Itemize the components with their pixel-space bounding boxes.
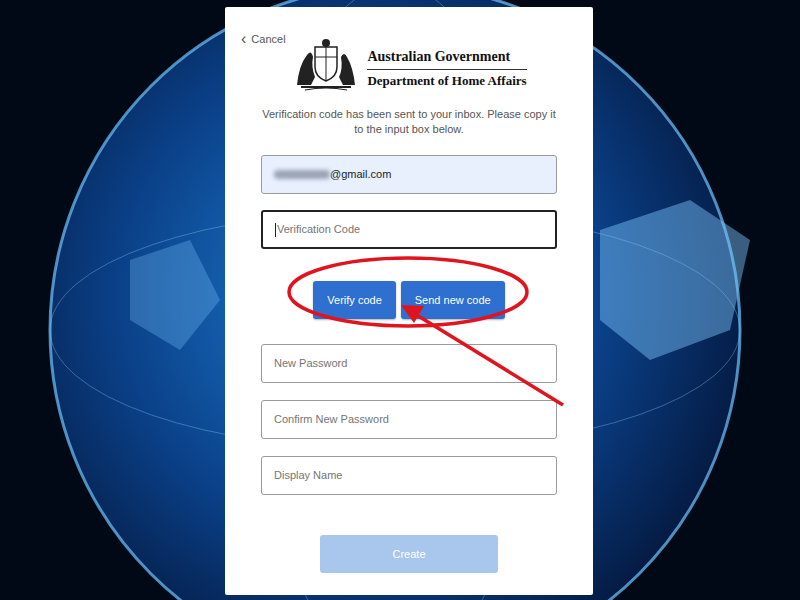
logo: Australian GovernmentDepartment of Home … xyxy=(291,37,526,93)
action-button[interactable]: Send new code xyxy=(401,281,505,319)
chevron-left-icon: ‹ xyxy=(241,31,246,47)
text-input[interactable]: New Password xyxy=(261,344,557,383)
create-button[interactable]: Create xyxy=(320,535,498,573)
text-caret xyxy=(275,223,276,237)
page: ‹CancelAustralian GovernmentDepartment o… xyxy=(0,0,800,600)
dialog-card: ‹CancelAustralian GovernmentDepartment o… xyxy=(225,7,593,595)
cancel-button[interactable]: ‹Cancel xyxy=(241,31,291,48)
instruction-text: Verification code has been sent to your … xyxy=(225,107,593,137)
action-button[interactable]: Verify code xyxy=(313,281,395,319)
button-row: Verify codeSend new code xyxy=(313,281,504,319)
text-input[interactable]: Display Name xyxy=(261,456,557,495)
redacted-blur xyxy=(274,170,330,179)
logo-rule xyxy=(367,69,526,70)
crest-icon xyxy=(291,37,361,93)
annotation-icon xyxy=(0,0,800,600)
text-input[interactable]: Verification Code xyxy=(261,210,557,249)
header: ‹CancelAustralian GovernmentDepartment o… xyxy=(225,31,593,93)
text-input[interactable]: Confirm New Password xyxy=(261,400,557,439)
email-input[interactable]: @gmail.com xyxy=(261,155,557,194)
